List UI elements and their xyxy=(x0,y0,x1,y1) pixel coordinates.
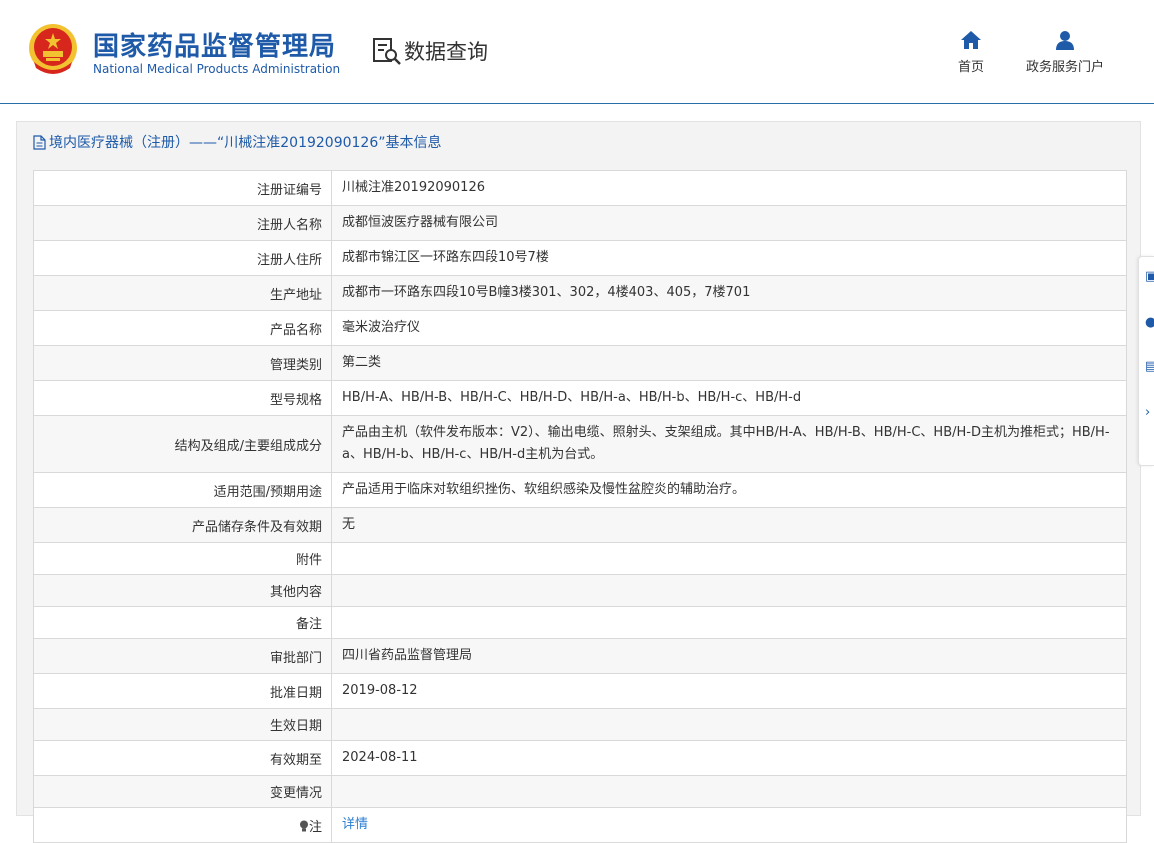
field-value: 产品由主机（软件发布版本：V2）、输出电缆、照射头、支架组成。其中HB/H-A、… xyxy=(331,415,1127,473)
table-row: 生产地址 成都市一环路东四段10号B幢3楼301、302，4楼403、405，7楼… xyxy=(33,275,1127,311)
field-label: 产品储存条件及有效期 xyxy=(33,507,332,543)
field-label: 管理类别 xyxy=(33,345,332,381)
query-label: 数据查询 xyxy=(404,40,488,64)
field-label: 注册人住所 xyxy=(33,240,332,276)
table-row: 注 详情 xyxy=(33,807,1127,843)
field-label: 变更情况 xyxy=(33,775,332,808)
field-value xyxy=(331,542,1127,575)
site-header: 国家药品监督管理局 National Medical Products Admi… xyxy=(0,0,1154,104)
panel-title: 境内医疗器械（注册）——“川械注准20192090126”基本信息 xyxy=(33,132,441,152)
table-row: 其他内容 xyxy=(33,574,1127,607)
field-value: 成都市锦江区一环路东四段10号7楼 xyxy=(331,240,1127,276)
side-toolbar: ▣ ● ▤ › xyxy=(1138,256,1154,466)
field-label: 备注 xyxy=(33,606,332,639)
org-name-cn: 国家药品监督管理局 xyxy=(93,32,337,62)
lightbulb-icon xyxy=(299,820,308,831)
field-value: 第二类 xyxy=(331,345,1127,381)
field-label: 其他内容 xyxy=(33,574,332,607)
field-value: 成都恒波医疗器械有限公司 xyxy=(331,205,1127,241)
detail-panel: 境内医疗器械（注册）——“川械注准20192090126”基本信息 注册证编号川… xyxy=(16,121,1141,843)
field-label: 附件 xyxy=(33,542,332,575)
nav-home-label: 首页 xyxy=(957,60,984,75)
field-value xyxy=(331,574,1127,607)
field-label: 生产地址 xyxy=(33,275,332,311)
field-label: 注册人名称 xyxy=(33,205,332,241)
table-row: 适用范围/预期用途 产品适用于临床对软组织挫伤、软组织感染及慢性盆腔炎的辅助治疗。 xyxy=(33,472,1127,508)
table-row: 附件 xyxy=(33,542,1127,575)
field-value: 详情 xyxy=(331,807,1127,843)
table-row: 产品储存条件及有效期无 xyxy=(33,507,1127,543)
data-query-title: 数据查询 xyxy=(372,36,488,66)
field-label: 生效日期 xyxy=(33,708,332,741)
table-row: 批准日期 2019-08-12 xyxy=(33,673,1127,709)
document-icon xyxy=(33,134,46,150)
nav-gov-label: 政务服务门户 xyxy=(1025,60,1104,75)
table-row: 备注 xyxy=(33,606,1127,639)
field-label: 有效期至 xyxy=(33,740,332,776)
national-emblem-icon xyxy=(29,24,77,74)
field-value: 四川省药品监督管理局 xyxy=(331,638,1127,674)
table-row: 有效期至 2024-08-11 xyxy=(33,740,1127,776)
document-search-icon xyxy=(373,38,401,65)
field-label: 型号规格 xyxy=(33,380,332,416)
side-copy-icon[interactable]: ▤ xyxy=(1145,359,1154,374)
field-label: 结构及组成/主要组成成分 xyxy=(33,415,332,473)
table-row: 管理类别 第二类 xyxy=(33,345,1127,381)
field-value: 成都市一环路东四段10号B幢3楼301、302，4楼403、405，7楼701 xyxy=(331,275,1127,311)
field-label: 注册证编号 xyxy=(33,170,332,206)
nav-home[interactable]: 首页 xyxy=(953,30,989,75)
info-table: 注册证编号 川械注准20192090126 注册人名称 成都恒波医疗器械有限公司 注… xyxy=(33,170,1127,843)
field-label: 批准日期 xyxy=(33,673,332,709)
field-value: 无 xyxy=(331,507,1127,543)
table-row: 生效日期 xyxy=(33,708,1127,741)
field-label: 适用范围/预期用途 xyxy=(33,472,332,508)
panel-title-text: 境内医疗器械（注册）——“川械注准20192090126”基本信息 xyxy=(49,135,442,151)
table-row: 变更情况 xyxy=(33,775,1127,808)
field-value: 2024-08-11 xyxy=(331,740,1127,776)
field-label-note: 注 xyxy=(33,807,332,843)
org-name-en: National Medical Products Administration xyxy=(93,62,341,76)
field-value: 产品适用于临床对软组织挫伤、软组织感染及慢性盆腔炎的辅助治疗。 xyxy=(331,472,1127,508)
field-value: 川械注准20192090126 xyxy=(331,170,1127,206)
field-value: 毫米波治疗仪 xyxy=(331,310,1127,346)
note-label: 注 xyxy=(308,819,322,835)
field-value: 2019-08-12 xyxy=(331,673,1127,709)
table-row: 注册证编号 川械注准20192090126 xyxy=(33,170,1127,206)
home-icon xyxy=(961,31,981,49)
user-icon xyxy=(1056,31,1074,50)
field-value xyxy=(331,708,1127,741)
side-help-icon[interactable]: ● xyxy=(1145,315,1154,330)
table-row: 型号规格 HB/H-A、HB/H-B、HB/H-C、HB/H-D、HB/H-a、H… xyxy=(33,380,1127,416)
table-row: 产品名称 毫米波治疗仪 xyxy=(33,310,1127,346)
side-share-icon[interactable]: ▣ xyxy=(1145,269,1154,284)
field-value xyxy=(331,606,1127,639)
table-row: 注册人住所 成都市锦江区一环路东四段10号7楼 xyxy=(33,240,1127,276)
table-row: 结构及组成/主要组成成分 产品由主机（软件发布版本：V2）、输出电缆、照射头、支架… xyxy=(33,415,1127,473)
field-label: 审批部门 xyxy=(33,638,332,674)
field-label: 产品名称 xyxy=(33,310,332,346)
side-collapse-icon[interactable]: › xyxy=(1145,405,1150,420)
table-row: 审批部门 四川省药品监督管理局 xyxy=(33,638,1127,674)
field-value xyxy=(331,775,1127,808)
table-row: 注册人名称 成都恒波医疗器械有限公司 xyxy=(33,205,1127,241)
nav-gov-portal[interactable]: 政务服务门户 xyxy=(1020,30,1110,75)
field-value: HB/H-A、HB/H-B、HB/H-C、HB/H-D、HB/H-a、HB/H-… xyxy=(331,380,1127,416)
